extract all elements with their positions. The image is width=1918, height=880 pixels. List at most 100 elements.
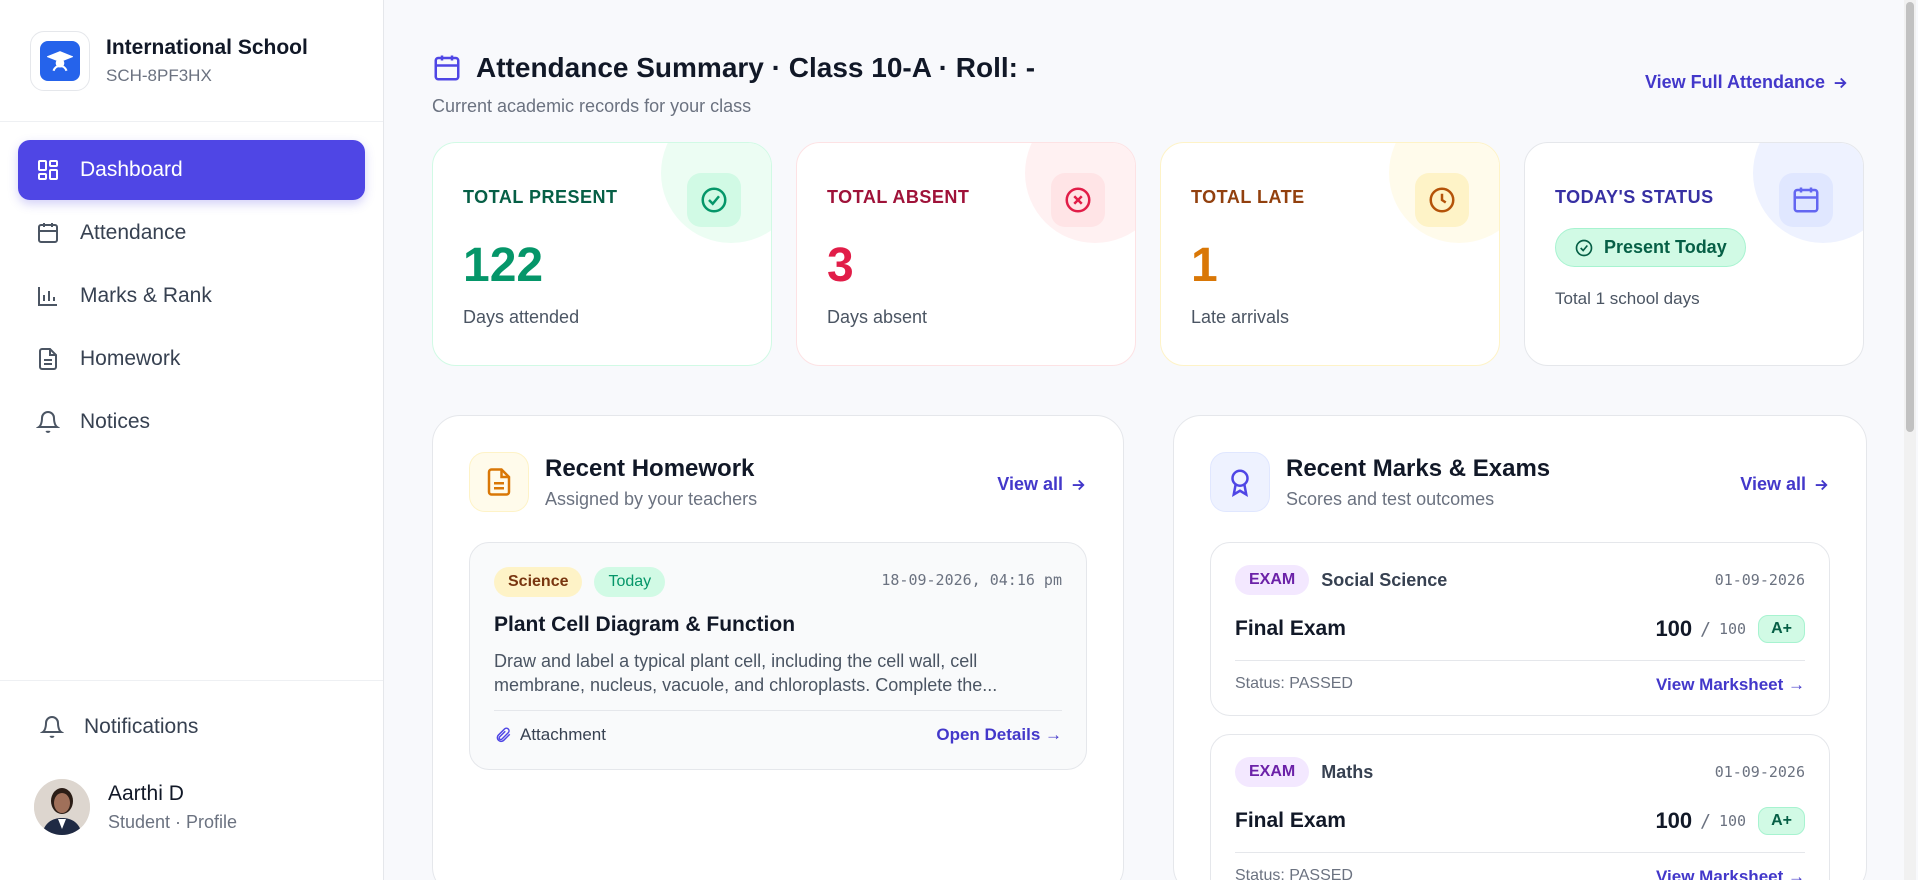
avatar xyxy=(34,779,90,835)
sidebar-item-label: Homework xyxy=(80,347,181,370)
panel-subtitle: Scores and test outcomes xyxy=(1286,488,1495,509)
homework-card[interactable]: Science Today 18-09-2026, 04:16 pm Plant… xyxy=(469,542,1087,770)
clock-icon xyxy=(1415,173,1469,227)
stat-desc: Days attended xyxy=(463,307,580,327)
brand[interactable]: International School SCH-8PF3HX xyxy=(0,0,383,122)
subject-badge: Science xyxy=(494,567,583,597)
user-role: Student · Profile xyxy=(108,811,238,832)
stat-value: 122 xyxy=(463,239,544,292)
stat-card-absent: TOTAL ABSENT 3 Days absent xyxy=(796,142,1136,366)
homework-title: Plant Cell Diagram & Function xyxy=(494,613,796,636)
score-max: 100 xyxy=(1719,620,1747,638)
sidebar-item-label: Attendance xyxy=(80,221,187,244)
notifications-label: Notifications xyxy=(84,715,199,738)
scrollbar-thumb[interactable] xyxy=(1906,2,1914,432)
status-badge: Present Today xyxy=(1555,228,1746,267)
user-profile[interactable]: Aarthi D Student · Profile xyxy=(34,779,349,835)
marks-view-all-link[interactable]: View all xyxy=(1740,474,1830,495)
page-title: Attendance Summary · Class 10-A · Roll: … xyxy=(432,52,1035,84)
bar-chart-icon xyxy=(38,287,57,306)
stat-value: 1 xyxy=(1191,239,1218,292)
sidebar-nav: Dashboard Attendance Marks & Rank Homewo… xyxy=(0,122,383,473)
exam-subject: Social Science xyxy=(1321,569,1448,590)
stat-desc: Late arrivals xyxy=(1191,307,1290,327)
open-details-link[interactable]: Open Details → xyxy=(936,725,1062,745)
score-max: 100 xyxy=(1719,812,1747,830)
award-icon xyxy=(1210,452,1270,512)
stats-row: TOTAL PRESENT 122 Days attended TOTAL AB… xyxy=(432,142,1864,366)
school-code: SCH-8PF3HX xyxy=(106,65,212,85)
school-logo xyxy=(30,30,90,91)
user-name: Aarthi D xyxy=(108,781,184,805)
sidebar-item-homework[interactable]: Homework xyxy=(18,329,365,389)
arrow-right-icon xyxy=(1834,77,1847,88)
sidebar-item-label: Marks & Rank xyxy=(80,284,212,307)
calendar-icon xyxy=(38,223,58,243)
graduate-icon xyxy=(47,50,73,71)
exam-badge: EXAM xyxy=(1235,757,1310,787)
score-value: 100 xyxy=(1655,616,1693,641)
exam-name: Final Exam xyxy=(1235,809,1346,832)
bell-icon xyxy=(36,411,60,433)
sidebar-footer: Notifications Aarthi D Student · Profile xyxy=(0,680,383,880)
homework-desc: Draw and label a typical plant cell, inc… xyxy=(494,651,998,695)
page-subtitle: Current academic records for your class xyxy=(432,96,752,116)
stat-card-today: TODAY'S STATUS Present Today Total 1 sch… xyxy=(1524,142,1864,366)
attachment-link[interactable]: Attachment xyxy=(494,725,606,745)
stat-card-late: TOTAL LATE 1 Late arrivals xyxy=(1160,142,1500,366)
sidebar-item-marks[interactable]: Marks & Rank xyxy=(18,266,365,326)
sidebar-item-dashboard[interactable]: Dashboard xyxy=(18,140,365,200)
stat-card-present: TOTAL PRESENT 122 Days attended xyxy=(432,142,772,366)
exam-status: Status: PASSED xyxy=(1235,867,1353,880)
sidebar-item-notices[interactable]: Notices xyxy=(18,392,365,452)
recent-marks-panel: Recent Marks & Exams Scores and test out… xyxy=(1173,415,1867,880)
panel-title: Recent Marks & Exams xyxy=(1286,454,1551,482)
view-marksheet-link[interactable]: View Marksheet → xyxy=(1656,867,1805,880)
view-marksheet-link[interactable]: View Marksheet → xyxy=(1656,675,1805,695)
grade-badge: A+ xyxy=(1758,615,1805,643)
scrollbar[interactable] xyxy=(1904,0,1916,880)
sidebar: International School SCH-8PF3HX Dashboar… xyxy=(0,0,384,880)
notifications-button[interactable]: Notifications xyxy=(24,697,359,757)
exam-name: Final Exam xyxy=(1235,617,1346,640)
paperclip-icon xyxy=(496,727,511,743)
score: 100 / 100 A+ xyxy=(1655,615,1805,643)
main-content: Attendance Summary · Class 10-A · Roll: … xyxy=(385,0,1901,880)
exam-date: 01-09-2026 xyxy=(1714,571,1805,589)
sidebar-item-attendance[interactable]: Attendance xyxy=(18,203,365,263)
score-separator: / xyxy=(1700,810,1711,832)
panel-title: Recent Homework xyxy=(545,454,755,482)
arrow-right-icon xyxy=(1815,479,1828,490)
score-separator: / xyxy=(1700,618,1711,640)
score: 100 / 100 A+ xyxy=(1655,807,1805,835)
stat-value: 3 xyxy=(827,239,854,292)
school-name: International School xyxy=(106,35,308,59)
sidebar-item-label: Dashboard xyxy=(80,158,183,181)
marks-card[interactable]: EXAM Social Science 01-09-2026 Final Exa… xyxy=(1210,542,1830,716)
document-icon xyxy=(469,452,529,512)
stat-note: Total 1 school days xyxy=(1555,289,1700,308)
page-header: Attendance Summary · Class 10-A · Roll: … xyxy=(432,52,1035,117)
exam-date: 01-09-2026 xyxy=(1714,763,1805,781)
marks-card[interactable]: EXAM Maths 01-09-2026 Final Exam 100 / 1… xyxy=(1210,734,1830,880)
homework-date: 18-09-2026, 04:16 pm xyxy=(881,571,1062,589)
panel-subtitle: Assigned by your teachers xyxy=(545,488,758,509)
calendar-icon xyxy=(1779,173,1833,227)
homework-view-all-link[interactable]: View all xyxy=(997,474,1087,495)
score-value: 100 xyxy=(1655,808,1693,833)
check-circle-icon xyxy=(1575,239,1593,256)
exam-badge: EXAM xyxy=(1235,565,1310,595)
calendar-icon xyxy=(434,55,460,81)
stat-desc: Days absent xyxy=(827,307,928,327)
sidebar-item-label: Notices xyxy=(80,410,151,433)
dashboard-icon xyxy=(38,160,58,180)
x-circle-icon xyxy=(1051,173,1105,227)
exam-subject: Maths xyxy=(1321,761,1374,782)
arrow-right-icon xyxy=(1072,479,1085,490)
time-badge: Today xyxy=(594,567,666,597)
recent-homework-panel: Recent Homework Assigned by your teacher… xyxy=(432,415,1124,880)
grade-badge: A+ xyxy=(1758,807,1805,835)
exam-status: Status: PASSED xyxy=(1235,675,1353,692)
view-full-attendance-link[interactable]: View Full Attendance xyxy=(1645,72,1849,93)
bell-icon xyxy=(40,716,64,738)
